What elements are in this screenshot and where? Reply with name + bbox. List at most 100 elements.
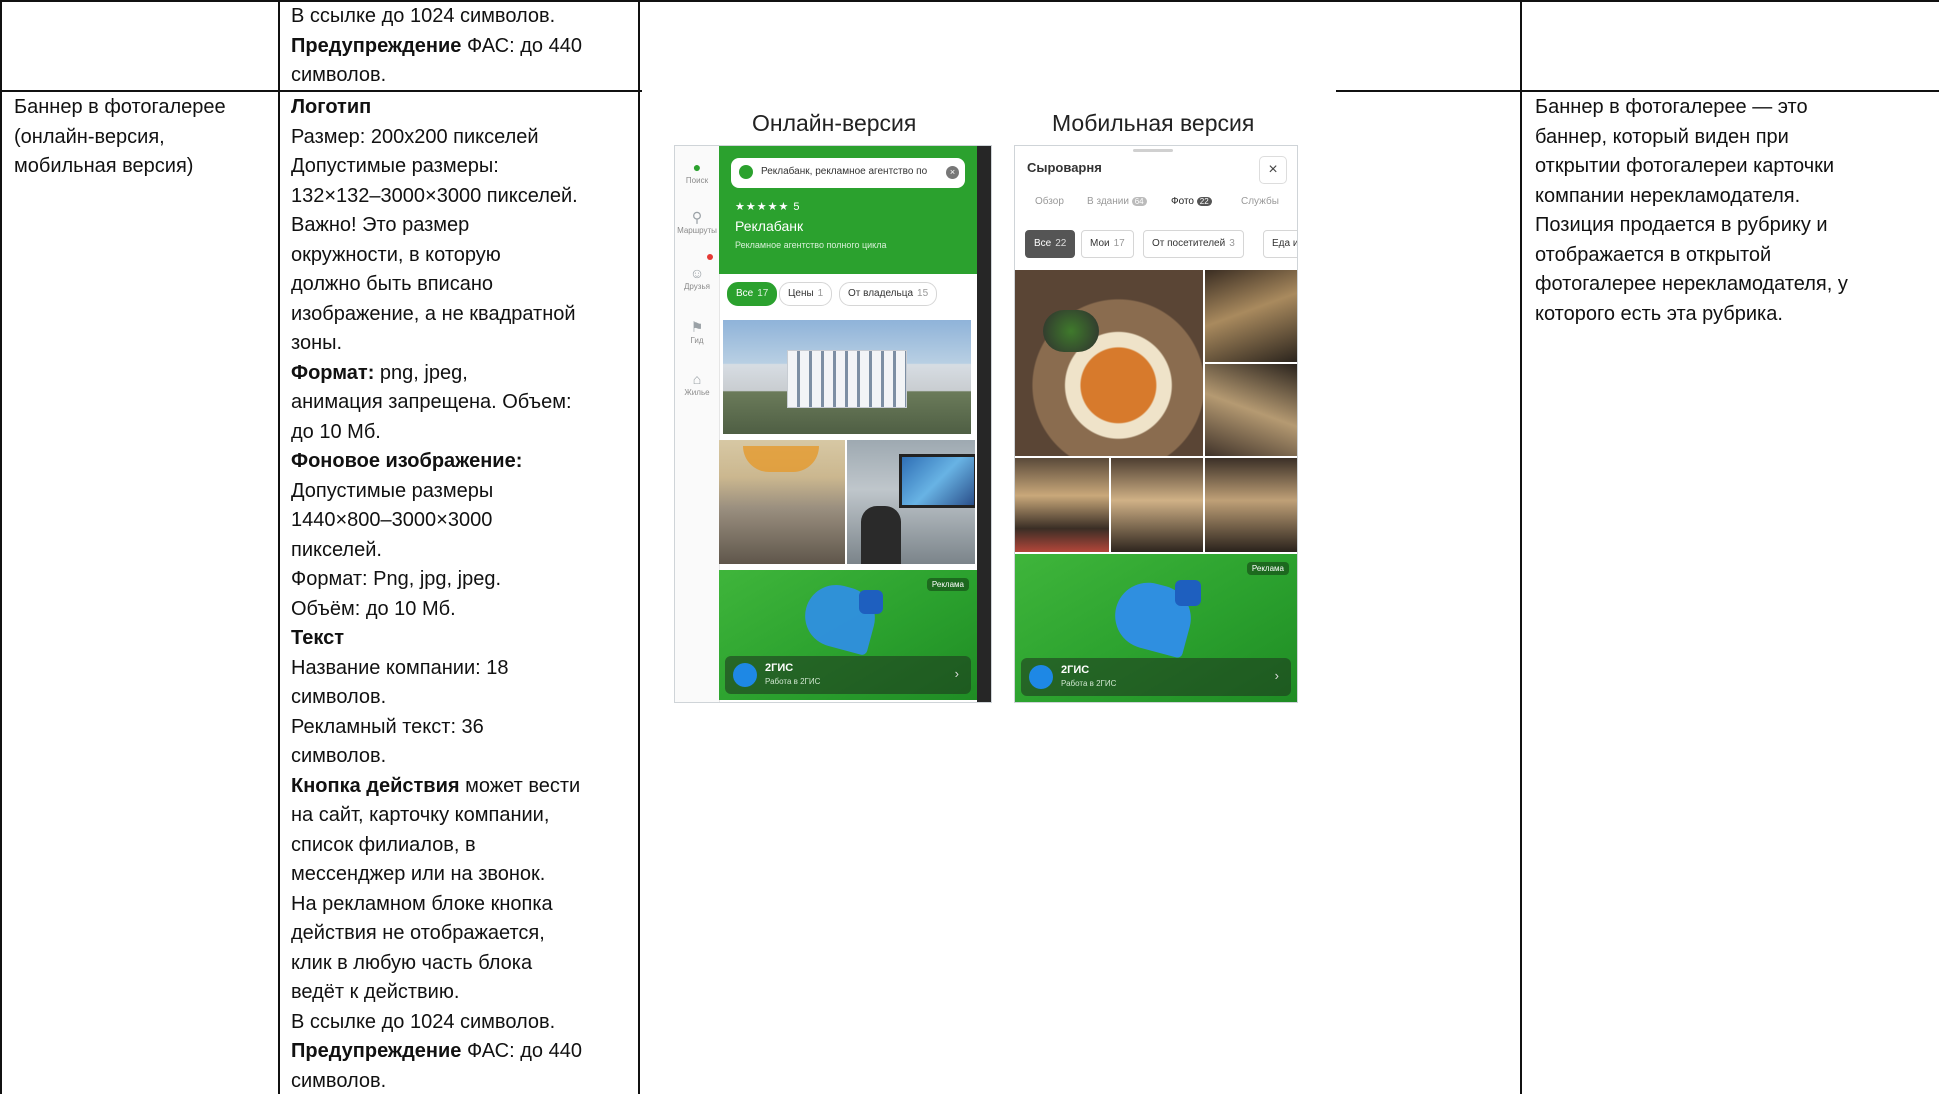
sidebar-item-housing[interactable]: ⌂Жилье — [675, 370, 719, 397]
line-text: В ссылке до 1024 символов. — [291, 1011, 555, 1033]
row-placement-name-cell: Баннер в фотогалерее(онлайн-версия,мобил… — [14, 93, 226, 182]
text-line: Рекламный текст: 36 — [291, 713, 582, 743]
table-border-col1 — [278, 0, 280, 1094]
text-line: Баннер в фотогалерее — [14, 93, 226, 123]
interior-photo-4[interactable] — [1111, 458, 1203, 552]
line-text: список филиалов, в — [291, 834, 476, 856]
text-line: В ссылке до 1024 символов. — [291, 1008, 582, 1038]
line-text: ФАС: до 440 — [461, 1040, 582, 1062]
table-border-col2 — [638, 0, 640, 1094]
text-line: символов. — [291, 683, 582, 713]
ad-label: Реклама — [927, 578, 969, 591]
table-border-left — [0, 0, 2, 1094]
banner-illustration: Онлайн-версия Мобильная версия ●Поиск ⚲М… — [642, 90, 1336, 710]
text-line: Фоновое изображение: — [291, 447, 582, 477]
line-text: мессенджер или на звонок. — [291, 863, 545, 885]
line-text: символов. — [291, 686, 386, 708]
text-line: 132×132–3000×3000 пикселей. — [291, 182, 582, 212]
line-text: символов. — [291, 64, 386, 86]
text-line: которого есть эта рубрика. — [1535, 300, 1848, 330]
ad-company-bar[interactable]: 2ГИС Работа в 2ГИС › — [1021, 658, 1291, 696]
photo-gallery-ad-banner[interactable]: Реклама 2ГИС Работа в 2ГИС › — [1015, 554, 1297, 702]
line-text: ведёт к действию. — [291, 981, 459, 1003]
tab-overview[interactable]: Обзор — [1035, 196, 1064, 207]
interior-photo[interactable] — [719, 440, 845, 564]
sidebar-item-friends[interactable]: ☺Друзья — [675, 264, 719, 291]
flag-icon: ⚑ — [675, 318, 719, 336]
sidebar-item-routes[interactable]: ⚲Маршруты — [675, 208, 719, 235]
filter-chip-owner[interactable]: От владельца15 — [839, 282, 937, 306]
text-line: клик в любую часть блока — [291, 949, 582, 979]
friends-icon: ☺ — [675, 264, 719, 282]
interior-photo-1[interactable] — [1205, 270, 1297, 362]
tab-in-building[interactable]: В здании 64 — [1087, 196, 1147, 207]
tab-photo[interactable]: Фото 22 — [1171, 196, 1212, 207]
row-description-cell: Баннер в фотогалерее — этобаннер, которы… — [1535, 93, 1848, 329]
text-line: Текст — [291, 624, 582, 654]
text-line: компании нерекламодателя. — [1535, 182, 1848, 212]
line-text: изображение, а не квадратной — [291, 303, 576, 325]
office-screen-photo[interactable] — [847, 440, 975, 564]
line-text: Объём: до 10 Мб. — [291, 598, 456, 620]
text-line: мессенджер или на звонок. — [291, 860, 582, 890]
building-photo[interactable] — [723, 320, 971, 434]
interior-photo-5[interactable] — [1205, 458, 1297, 552]
sheet-handle — [1133, 149, 1173, 152]
tab-services[interactable]: Службы — [1241, 196, 1279, 207]
home-icon: ⌂ — [675, 370, 719, 388]
sidebar-item-search[interactable]: ●Поиск — [675, 158, 719, 185]
line-text: Допустимые размеры — [291, 480, 493, 502]
mobile-version-mockup: Сыроварня × Обзор В здании 64 Фото 22 Сл… — [1014, 145, 1298, 703]
text-line: пикселей. — [291, 536, 582, 566]
text-line: баннер, который виден при — [1535, 123, 1848, 153]
line-text: ФАС: до 440 — [461, 35, 582, 57]
line-text: может вести — [460, 775, 581, 797]
line-text: пикселей. — [291, 539, 382, 561]
bold-label: Текст — [291, 627, 344, 649]
text-line: Позиция продается в рубрику и — [1535, 211, 1848, 241]
bold-label: Формат: — [291, 362, 374, 384]
filter-chip-prices[interactable]: Цены1 — [779, 282, 832, 306]
photo-gallery-ad-banner[interactable]: Реклама 2ГИС Работа в 2ГИС › — [719, 570, 977, 700]
text-line: Важно! Это размер — [291, 211, 582, 241]
text-line: анимация запрещена. Объем: — [291, 388, 582, 418]
line-text: окружности, в которую — [291, 244, 501, 266]
text-line: список филиалов, в — [291, 831, 582, 861]
interior-photo-2[interactable] — [1205, 364, 1297, 456]
filter-chip-food[interactable]: Еда и — [1263, 230, 1298, 258]
text-line: открытии фотогалереи карточки — [1535, 152, 1848, 182]
table-border-col3 — [1520, 0, 1522, 1094]
text-line: должно быть вписано — [291, 270, 582, 300]
top-row-requirements-cell: В ссылке до 1024 символов.Предупреждение… — [291, 2, 582, 91]
text-line: Кнопка действия может вести — [291, 772, 582, 802]
sidebar-item-guide[interactable]: ⚑Гид — [675, 318, 719, 345]
text-line: Допустимые размеры — [291, 477, 582, 507]
ad-company-bar[interactable]: 2ГИС Работа в 2ГИС › — [725, 656, 971, 694]
text-line: Предупреждение ФАС: до 440 — [291, 32, 582, 62]
text-line: Формат: png, jpeg, — [291, 359, 582, 389]
text-line: Объём: до 10 Мб. — [291, 595, 582, 625]
line-text: Допустимые размеры: — [291, 155, 499, 177]
text-line: изображение, а не квадратной — [291, 300, 582, 330]
text-line: действия не отображается, — [291, 919, 582, 949]
line-text: Формат: Png, jpg, jpeg. — [291, 568, 501, 590]
clear-search-icon[interactable]: × — [946, 166, 959, 179]
text-line: окружности, в которую — [291, 241, 582, 271]
filter-chip-all[interactable]: Все22 — [1025, 230, 1075, 258]
close-icon[interactable]: × — [1259, 156, 1287, 184]
ceiling-ornament — [743, 446, 819, 472]
text-line: Баннер в фотогалерее — это — [1535, 93, 1848, 123]
text-line: фотогалерее нерекламодателя, у — [1535, 270, 1848, 300]
search-pin-icon — [739, 165, 753, 179]
line-text: png, jpeg, — [374, 362, 467, 384]
food-photo[interactable] — [1015, 270, 1203, 456]
chevron-right-icon: › — [955, 666, 959, 681]
chevron-right-icon: › — [1275, 668, 1279, 683]
filter-chip-mine[interactable]: Мои17 — [1081, 230, 1134, 258]
filter-chip-all[interactable]: Все17 — [727, 282, 777, 306]
filter-chip-visitors[interactable]: От посетителей3 — [1143, 230, 1244, 258]
interior-photo-3[interactable] — [1015, 458, 1109, 552]
notification-dot — [707, 254, 713, 260]
search-input[interactable]: Реклабанк, рекламное агентство по × — [731, 158, 965, 188]
line-text: на сайт, карточку компании, — [291, 804, 549, 826]
